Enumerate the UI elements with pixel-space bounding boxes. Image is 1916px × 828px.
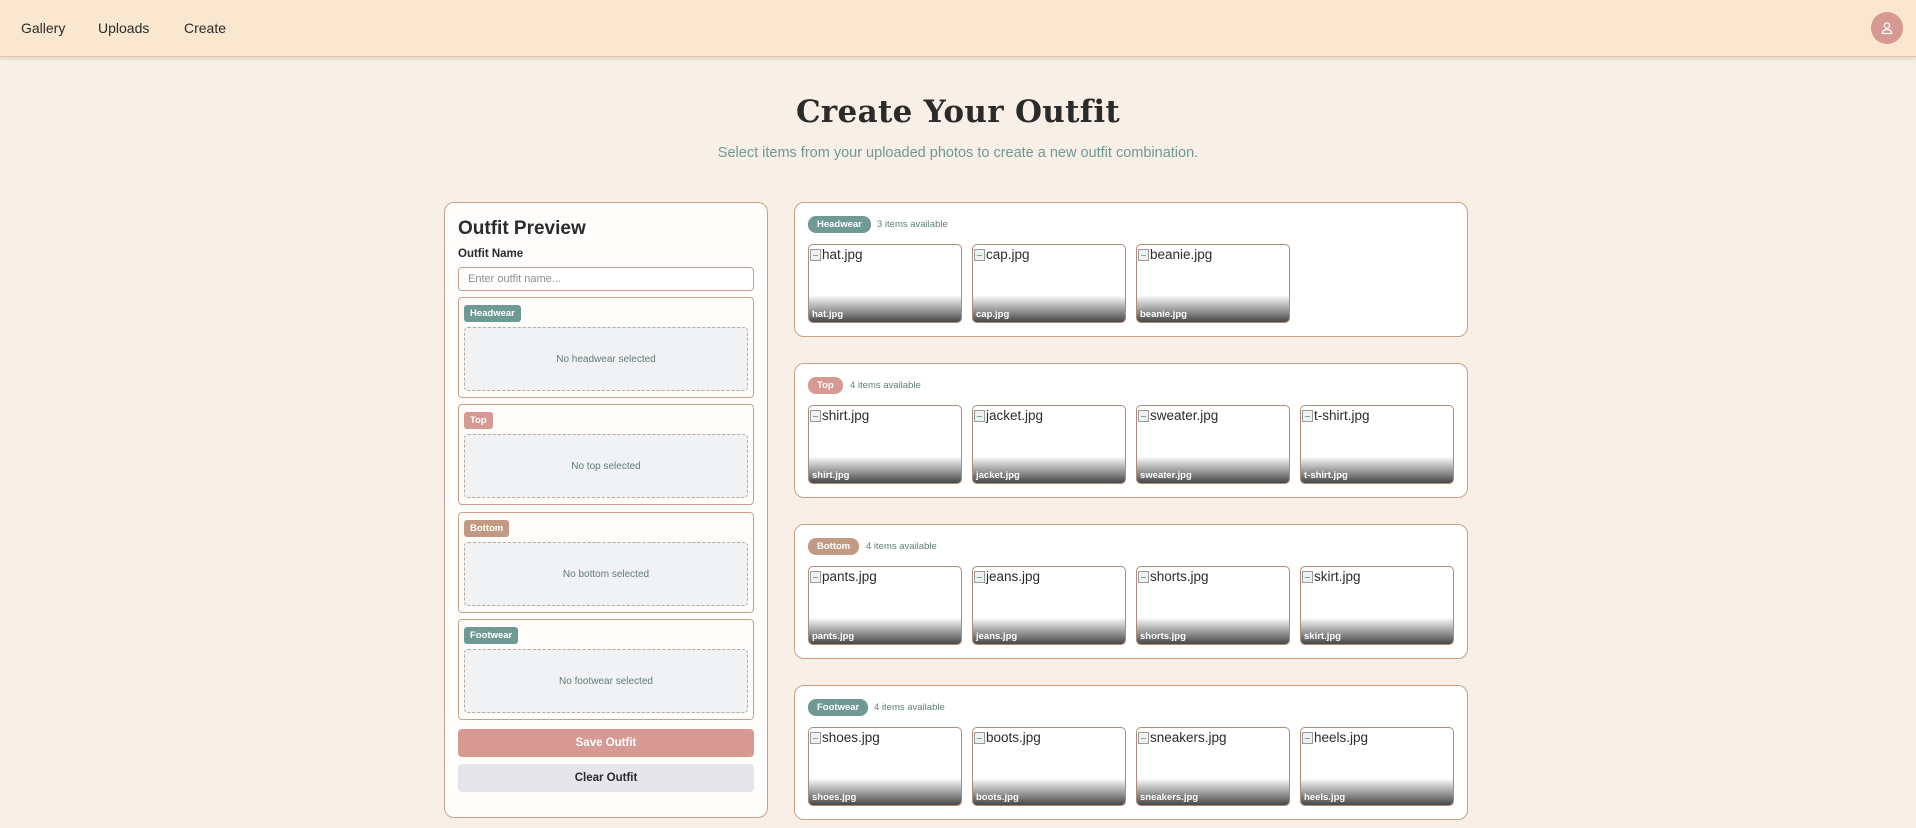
item-alt-text: beanie.jpg [1150, 247, 1213, 262]
item-alt-text: shirt.jpg [822, 408, 870, 423]
item-alt-text: t-shirt.jpg [1314, 408, 1370, 423]
broken-image-icon: sweater.jpg [1138, 408, 1218, 423]
item-caption: beanie.jpg [1140, 309, 1187, 320]
drop-zone-bottom[interactable]: No bottom selected [464, 542, 748, 606]
item-card-skirt[interactable]: skirt.jpg skirt.jpg [1300, 566, 1454, 645]
slot-headwear: Headwear No headwear selected [458, 297, 754, 398]
item-card-pants[interactable]: pants.jpg pants.jpg [808, 566, 962, 645]
page-subtitle: Select items from your uploaded photos t… [717, 145, 1199, 161]
slot-top: Top No top selected [458, 404, 754, 505]
item-caption: sweater.jpg [1140, 470, 1192, 481]
category-panel-top: Top 4 items available shirt.jpg shirt.jp… [794, 363, 1468, 498]
item-card-shirt[interactable]: shirt.jpg shirt.jpg [808, 405, 962, 484]
category-panel-footwear: Footwear 4 items available shoes.jpg sho… [794, 685, 1468, 820]
category-count-footwear: 4 items available [874, 702, 945, 713]
category-panel-headwear: Headwear 3 items available hat.jpg hat.j… [794, 202, 1468, 337]
user-avatar-button[interactable] [1871, 12, 1903, 44]
item-caption: jeans.jpg [976, 631, 1018, 642]
item-alt-text: cap.jpg [986, 247, 1030, 262]
outfit-preview-panel: Outfit Preview Outfit Name Headwear No h… [444, 202, 768, 818]
item-card-heels[interactable]: heels.jpg heels.jpg [1300, 727, 1454, 806]
item-card-jacket[interactable]: jacket.jpg jacket.jpg [972, 405, 1126, 484]
slot-badge-top: Top [464, 412, 493, 429]
nav-link-gallery[interactable]: Gallery [21, 20, 65, 36]
broken-image-icon: sneakers.jpg [1138, 730, 1227, 745]
item-caption: cap.jpg [976, 309, 1010, 320]
category-badge-top: Top [808, 377, 843, 394]
broken-image-icon: skirt.jpg [1302, 569, 1361, 584]
item-card-cap[interactable]: cap.jpg cap.jpg [972, 244, 1126, 323]
clear-outfit-button[interactable]: Clear Outfit [458, 764, 754, 792]
outfit-name-label: Outfit Name [458, 248, 524, 260]
item-card-t-shirt[interactable]: t-shirt.jpg t-shirt.jpg [1300, 405, 1454, 484]
item-alt-text: sneakers.jpg [1150, 730, 1227, 745]
save-outfit-button[interactable]: Save Outfit [458, 729, 754, 757]
nav-link-uploads[interactable]: Uploads [98, 20, 149, 36]
item-caption: jacket.jpg [976, 470, 1020, 481]
slot-badge-headwear: Headwear [464, 305, 521, 322]
broken-image-icon: heels.jpg [1302, 730, 1368, 745]
item-card-sweater[interactable]: sweater.jpg sweater.jpg [1136, 405, 1290, 484]
category-badge-headwear: Headwear [808, 216, 871, 233]
broken-image-icon: shorts.jpg [1138, 569, 1209, 584]
drop-zone-top[interactable]: No top selected [464, 434, 748, 498]
item-alt-text: shoes.jpg [822, 730, 880, 745]
broken-image-icon: shirt.jpg [810, 408, 869, 423]
item-alt-text: skirt.jpg [1314, 569, 1361, 584]
broken-image-icon: t-shirt.jpg [1302, 408, 1370, 423]
item-card-jeans[interactable]: jeans.jpg jeans.jpg [972, 566, 1126, 645]
nav-link-create[interactable]: Create [184, 20, 226, 36]
item-card-sneakers[interactable]: sneakers.jpg sneakers.jpg [1136, 727, 1290, 806]
broken-image-icon: jacket.jpg [974, 408, 1043, 423]
item-card-beanie[interactable]: beanie.jpg beanie.jpg [1136, 244, 1290, 323]
item-caption: sneakers.jpg [1140, 792, 1199, 803]
category-badge-footwear: Footwear [808, 699, 869, 716]
item-caption: heels.jpg [1304, 792, 1346, 803]
outfit-name-input[interactable] [458, 267, 754, 291]
item-alt-text: heels.jpg [1314, 730, 1369, 745]
broken-image-icon: pants.jpg [810, 569, 877, 584]
category-count-headwear: 3 items available [877, 219, 948, 230]
user-icon [1881, 22, 1893, 35]
item-caption: skirt.jpg [1304, 631, 1341, 642]
item-caption: boots.jpg [976, 792, 1019, 803]
item-caption: hat.jpg [812, 309, 844, 320]
page-title: Create Your Outfit [795, 94, 1121, 130]
item-card-hat[interactable]: hat.jpg hat.jpg [808, 244, 962, 323]
item-caption: pants.jpg [812, 631, 855, 642]
item-alt-text: pants.jpg [822, 569, 877, 584]
broken-image-icon: shoes.jpg [810, 730, 880, 745]
category-panel-bottom: Bottom 4 items available pants.jpg pants… [794, 524, 1468, 659]
broken-image-icon: jeans.jpg [974, 569, 1040, 584]
drop-zone-footwear[interactable]: No footwear selected [464, 649, 748, 713]
item-caption: shirt.jpg [812, 470, 850, 481]
category-count-top: 4 items available [850, 380, 921, 391]
item-caption: shoes.jpg [812, 792, 857, 803]
slot-footwear: Footwear No footwear selected [458, 619, 754, 720]
broken-image-icon: cap.jpg [974, 247, 1030, 262]
item-alt-text: sweater.jpg [1150, 408, 1219, 423]
item-alt-text: jacket.jpg [986, 408, 1044, 423]
slot-bottom: Bottom No bottom selected [458, 512, 754, 613]
preview-title: Outfit Preview [458, 218, 586, 239]
item-alt-text: shorts.jpg [1150, 569, 1209, 584]
broken-image-icon: boots.jpg [974, 730, 1041, 745]
broken-image-icon: hat.jpg [810, 247, 863, 262]
item-alt-text: boots.jpg [986, 730, 1041, 745]
item-card-shorts[interactable]: shorts.jpg shorts.jpg [1136, 566, 1290, 645]
top-nav-bar: Gallery Uploads Create [0, 0, 1916, 57]
item-card-boots[interactable]: boots.jpg boots.jpg [972, 727, 1126, 806]
slot-badge-bottom: Bottom [464, 520, 510, 537]
category-badge-bottom: Bottom [808, 538, 860, 555]
drop-zone-headwear[interactable]: No headwear selected [464, 327, 748, 391]
category-count-bottom: 4 items available [866, 541, 937, 552]
item-card-shoes[interactable]: shoes.jpg shoes.jpg [808, 727, 962, 806]
item-caption: t-shirt.jpg [1304, 470, 1348, 481]
item-caption: shorts.jpg [1140, 631, 1186, 642]
item-alt-text: jeans.jpg [986, 569, 1041, 584]
item-alt-text: hat.jpg [822, 247, 863, 262]
slot-badge-footwear: Footwear [464, 627, 519, 644]
broken-image-icon: beanie.jpg [1138, 247, 1212, 262]
